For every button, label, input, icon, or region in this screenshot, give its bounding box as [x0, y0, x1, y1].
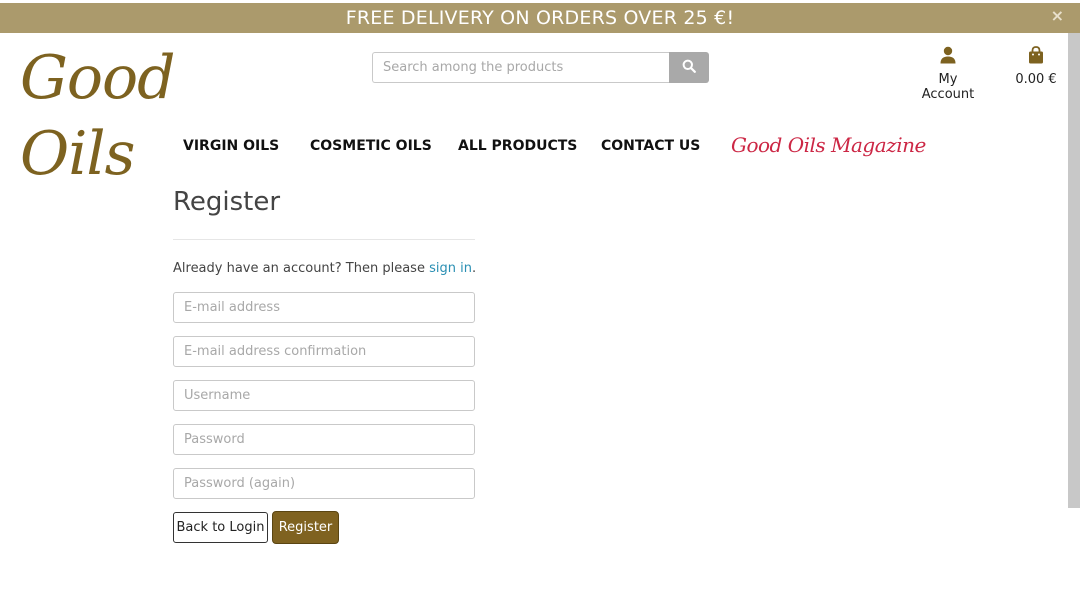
my-account-label: My Account	[921, 72, 975, 102]
nav-item-cosmetic-oils[interactable]: COSMETIC OILS	[310, 138, 432, 154]
cart-total: 0.00 €	[1015, 72, 1057, 87]
search-bar	[372, 52, 709, 83]
promo-banner: FREE DELIVERY ON ORDERS OVER 25 €! ×	[0, 3, 1080, 33]
search-button[interactable]	[669, 52, 709, 83]
user-icon	[940, 46, 956, 68]
site-logo[interactable]: Good Oils	[20, 40, 250, 189]
main-nav: VIRGIN OILS COSMETIC OILS ALL PRODUCTS C…	[0, 133, 1080, 160]
promo-banner-text: FREE DELIVERY ON ORDERS OVER 25 €!	[345, 7, 735, 29]
email-field[interactable]	[173, 292, 475, 323]
close-icon[interactable]: ×	[1051, 6, 1064, 25]
cart-link[interactable]: 0.00 €	[1014, 46, 1058, 87]
signin-prompt: Already have an account? Then please sig…	[173, 261, 476, 276]
page-title: Register	[173, 187, 281, 217]
nav-item-virgin-oils[interactable]: VIRGIN OILS	[183, 138, 279, 154]
search-icon	[682, 59, 696, 76]
search-input[interactable]	[372, 52, 669, 83]
password-again-field[interactable]	[173, 468, 475, 499]
shopping-bag-icon	[1028, 46, 1044, 68]
signin-link[interactable]: sign in	[429, 261, 472, 276]
register-button[interactable]: Register	[272, 511, 339, 544]
title-divider	[173, 239, 475, 240]
signin-prompt-suffix: .	[471, 261, 477, 276]
nav-item-contact-us[interactable]: CONTACT US	[601, 138, 700, 154]
nav-item-magazine[interactable]: Good Oils Magazine	[731, 133, 926, 157]
nav-item-all-products[interactable]: ALL PRODUCTS	[458, 138, 577, 154]
email-confirmation-field[interactable]	[173, 336, 475, 367]
username-field[interactable]	[173, 380, 475, 411]
signin-prompt-text: Already have an account? Then please	[173, 261, 430, 276]
password-field[interactable]	[173, 424, 475, 455]
my-account-link[interactable]: My Account	[912, 46, 984, 102]
page-scrollbar[interactable]	[1068, 33, 1080, 508]
back-to-login-button[interactable]: Back to Login	[173, 512, 268, 543]
